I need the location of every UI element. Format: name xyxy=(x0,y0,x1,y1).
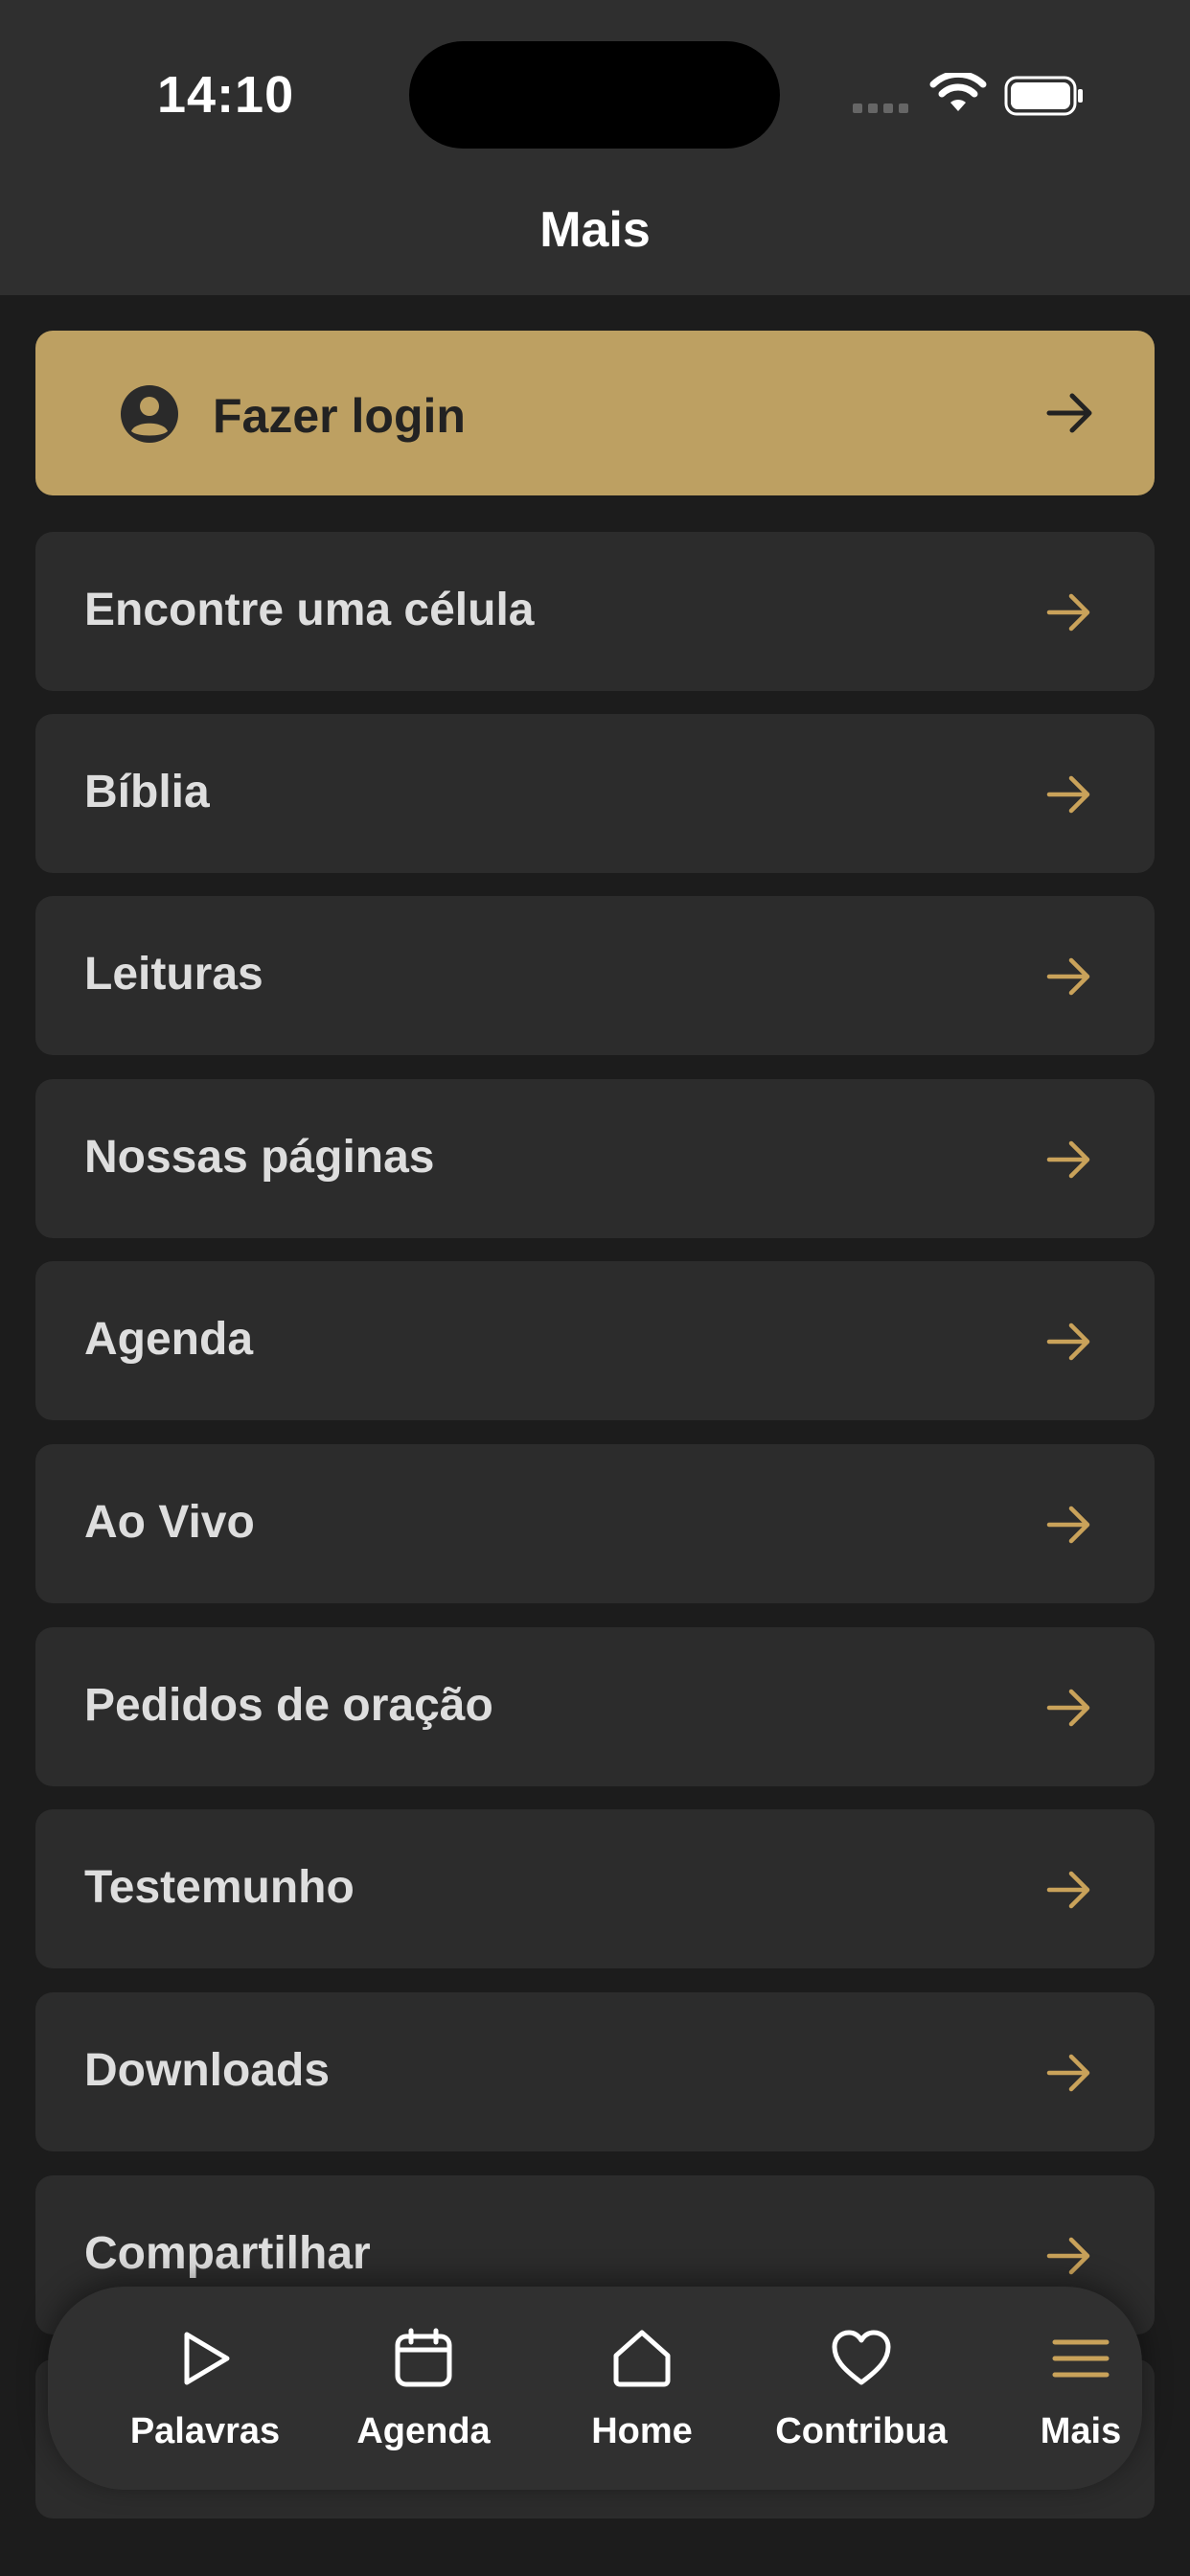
tab-contribua[interactable]: Contribua xyxy=(753,2287,964,2490)
home-icon xyxy=(613,2330,671,2387)
login-label: Fazer login xyxy=(213,389,466,443)
menu-item-agenda[interactable]: Agenda xyxy=(35,1261,1155,1420)
menu-item-label: Agenda xyxy=(84,1314,254,1365)
status-time: 14:10 xyxy=(157,66,295,124)
calendar-icon xyxy=(395,2328,452,2387)
menu-item-nossas-paginas[interactable]: Nossas páginas xyxy=(35,1079,1155,1238)
arrow-right-icon xyxy=(1046,957,1090,996)
tab-agenda[interactable]: Agenda xyxy=(315,2287,526,2490)
menu-item-downloads[interactable]: Downloads xyxy=(35,1992,1155,2151)
dynamic-island xyxy=(409,41,780,149)
menu-item-label: Compartilhar xyxy=(84,2228,371,2279)
menu-item-testemunho[interactable]: Testemunho xyxy=(35,1809,1155,1968)
menu-item-label: Encontre uma célula xyxy=(84,585,535,635)
tab-label: Home xyxy=(591,2411,693,2451)
arrow-right-icon xyxy=(1046,393,1092,433)
cellular-signal-icon xyxy=(853,104,908,113)
menu-item-label: Ao Vivo xyxy=(84,1497,255,1548)
arrow-right-icon xyxy=(1046,1871,1090,1909)
menu-item-encontre-celula[interactable]: Encontre uma célula xyxy=(35,532,1155,691)
tab-label: Contribua xyxy=(775,2411,948,2451)
bottom-tab-bar: Palavras Agenda Home Contribua Mais xyxy=(48,2287,1142,2490)
menu-item-ao-vivo[interactable]: Ao Vivo xyxy=(35,1444,1155,1603)
top-bar: 14:10 Mais xyxy=(0,0,1190,295)
menu-icon xyxy=(1052,2339,1110,2378)
play-icon xyxy=(184,2332,230,2385)
heart-icon xyxy=(832,2330,891,2385)
menu-item-label: Downloads xyxy=(84,2045,331,2096)
login-button[interactable]: Fazer login xyxy=(35,331,1155,495)
menu-item-leituras[interactable]: Leituras xyxy=(35,896,1155,1055)
menu-item-label: Pedidos de oração xyxy=(84,1680,493,1731)
tab-palavras[interactable]: Palavras xyxy=(97,2287,308,2490)
page-title: Mais xyxy=(539,202,651,258)
battery-icon xyxy=(1004,76,1083,116)
menu-item-pedidos-oracao[interactable]: Pedidos de oração xyxy=(35,1627,1155,1786)
menu-item-biblia[interactable]: Bíblia xyxy=(35,714,1155,873)
arrow-right-icon xyxy=(1046,2054,1090,2092)
tab-mais[interactable]: Mais xyxy=(973,2287,1183,2490)
tab-home[interactable]: Home xyxy=(534,2287,744,2490)
arrow-right-icon xyxy=(1046,2237,1090,2275)
arrow-right-icon xyxy=(1046,593,1090,632)
tab-label: Agenda xyxy=(356,2411,491,2451)
tab-label: Mais xyxy=(1040,2411,1122,2451)
user-circle-icon xyxy=(121,385,178,443)
tab-label: Palavras xyxy=(129,2411,281,2451)
arrow-right-icon xyxy=(1046,1140,1090,1179)
menu-item-label: Nossas páginas xyxy=(84,1132,435,1183)
arrow-right-icon xyxy=(1046,1322,1090,1361)
menu-item-label: Leituras xyxy=(84,949,263,1000)
arrow-right-icon xyxy=(1046,1506,1090,1544)
menu-item-label: Bíblia xyxy=(84,767,210,817)
arrow-right-icon xyxy=(1046,1689,1090,1727)
wifi-icon xyxy=(929,73,987,111)
arrow-right-icon xyxy=(1046,775,1090,814)
menu-item-label: Testemunho xyxy=(84,1862,355,1913)
